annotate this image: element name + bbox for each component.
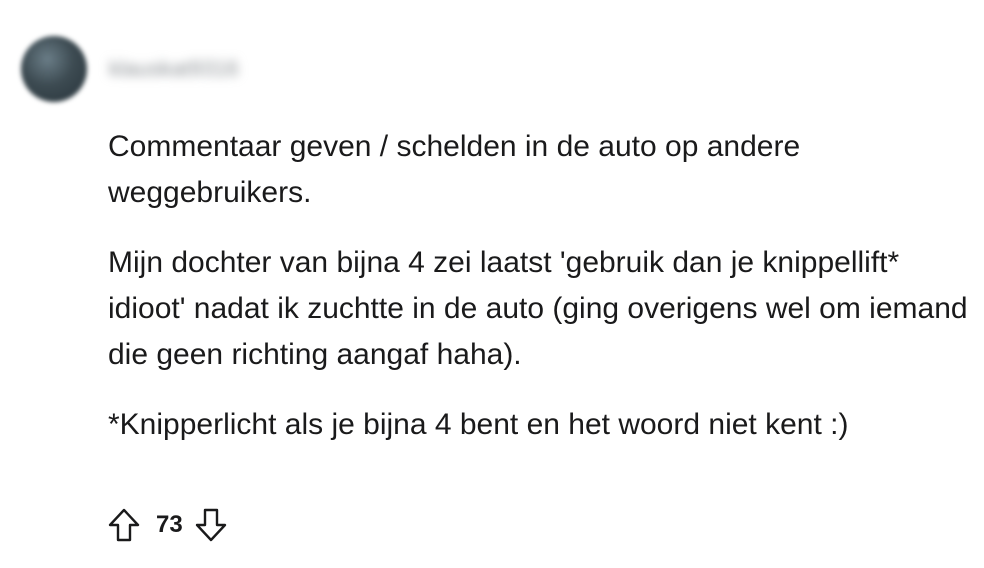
- vote-bar: 73: [104, 504, 231, 546]
- comment-body: Commentaar geven / schelden in de auto o…: [108, 124, 968, 472]
- vote-count: 73: [156, 511, 183, 538]
- comment-paragraph-2: Mijn dochter van bijna 4 zei laatst 'geb…: [108, 246, 968, 371]
- arrow-up-outline-icon: [108, 508, 140, 542]
- comment-card: klauskat9316 Commentaar geven / schelden…: [0, 0, 984, 568]
- comment-paragraph-1: Commentaar geven / schelden in de auto o…: [108, 130, 801, 209]
- arrow-down-outline-icon: [195, 508, 226, 542]
- downvote-button[interactable]: [191, 504, 231, 546]
- avatar[interactable]: [21, 36, 87, 102]
- upvote-button[interactable]: [104, 504, 144, 546]
- comment-author[interactable]: klauskat9316: [109, 56, 239, 82]
- comment-paragraph-3: *Knipperlicht als je bijna 4 bent en het…: [108, 408, 849, 441]
